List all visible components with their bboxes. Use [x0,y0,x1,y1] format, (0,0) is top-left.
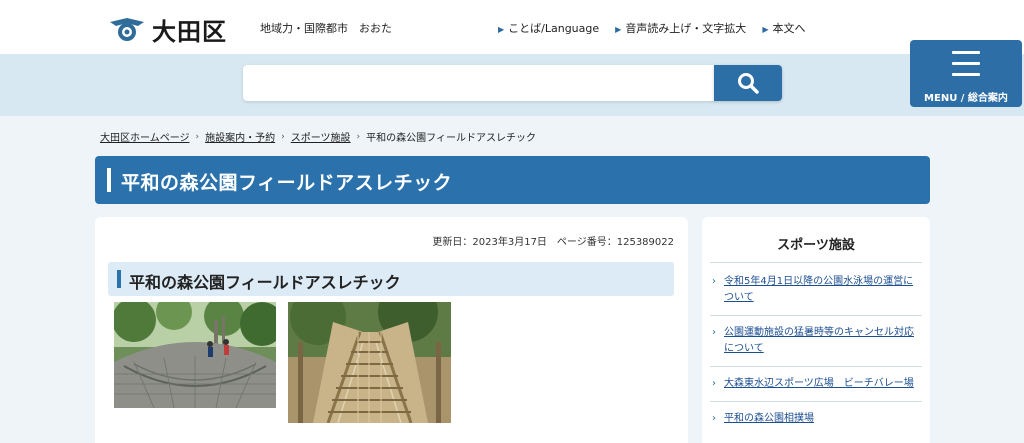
section-title: 平和の森公園フィールドアスレチック [129,273,401,292]
search-band [0,54,1024,116]
breadcrumb-facilities[interactable]: 施設案内・予約 [205,129,275,144]
sidebar-item-label[interactable]: 公園運動施設の猛暑時等のキャンセル対応について [724,327,914,354]
chevron-right-icon: › [281,131,285,142]
main-content: 更新日：2023年3月17日 ページ番号：125389022 平和の森公園フィー… [95,217,688,443]
chevron-right-icon: ▶ [762,25,769,34]
divider [710,262,922,263]
breadcrumb-home[interactable]: 大田区ホームページ [100,129,190,144]
menu-button[interactable]: MENU / 総合案内 [910,40,1022,107]
breadcrumb: 大田区ホームページ › 施設案内・予約 › スポーツ施設 › 平和の森公園フィー… [100,129,536,145]
search-input[interactable] [243,65,715,101]
accessibility-link[interactable]: ▶ 音声読み上げ・文字拡大 [615,20,746,36]
page-title-bar: 平和の森公園フィールドアスレチック [95,156,930,204]
chevron-right-icon: ▶ [615,25,622,34]
breadcrumb-current: 平和の森公園フィールドアスレチック [366,133,536,144]
divider [710,315,922,316]
site-tagline: 地域力・国際都市 おおた [260,22,392,35]
menu-label: MENU / 総合案内 [924,93,1008,104]
ota-emblem-icon [110,17,144,41]
breadcrumb-sports[interactable]: スポーツ施設 [291,129,351,144]
chevron-right-icon: › [712,276,716,287]
rope-bridge-photo [288,302,451,423]
sidebar-item-label[interactable]: 平和の森公園相撲場 [724,413,814,424]
sidebar-item-label[interactable]: 大森東水辺スポーツ広場 ビーチバレー場 [724,378,914,389]
hamburger-icon [952,51,980,84]
logo-text: 大田区 [152,18,227,46]
chevron-right-icon: › [356,131,361,142]
divider [710,366,922,367]
section-heading: 平和の森公園フィールドアスレチック [108,262,674,296]
sidebar-title: スポーツ施設 [777,238,855,253]
chevron-right-icon: ▶ [498,25,505,34]
sidebar: スポーツ施設 › 令和5年4月1日以降の公園水泳場の運営について › 公園運動施… [702,217,930,443]
site-logo[interactable]: 大田区 [108,12,227,47]
chevron-right-icon: › [712,327,716,338]
athletic-net-photo [114,302,276,408]
sidebar-item-sumo-ring[interactable]: › 平和の森公園相撲場 [710,411,922,427]
chevron-right-icon: › [195,131,200,142]
language-link[interactable]: ▶ ことば/Language [498,20,599,36]
search-icon [738,73,759,94]
skip-to-content-link[interactable]: ▶ 本文へ [762,20,805,36]
title-accent [107,168,111,192]
page-title: 平和の森公園フィールドアスレチック [121,172,453,194]
site-header: 大田区 地域力・国際都市 おおた ▶ ことば/Language ▶ 音声読み上げ・文… [0,0,1024,54]
search-button[interactable] [714,65,782,101]
sidebar-item-heat-cancel[interactable]: › 公園運動施設の猛暑時等のキャンセル対応について [710,325,922,357]
page-meta: 更新日：2023年3月17日 ページ番号：125389022 [432,237,674,248]
divider [710,401,922,402]
chevron-right-icon: › [712,378,716,389]
sidebar-item-pool-operation[interactable]: › 令和5年4月1日以降の公園水泳場の運営について [710,274,922,306]
heading-accent [117,270,121,288]
chevron-right-icon: › [712,413,716,424]
sidebar-item-label[interactable]: 令和5年4月1日以降の公園水泳場の運営について [724,276,913,303]
utility-links: ▶ ことば/Language ▶ 音声読み上げ・文字拡大 ▶ 本文へ [498,20,805,36]
sidebar-item-beach-volleyball[interactable]: › 大森東水辺スポーツ広場 ビーチバレー場 [710,376,922,392]
